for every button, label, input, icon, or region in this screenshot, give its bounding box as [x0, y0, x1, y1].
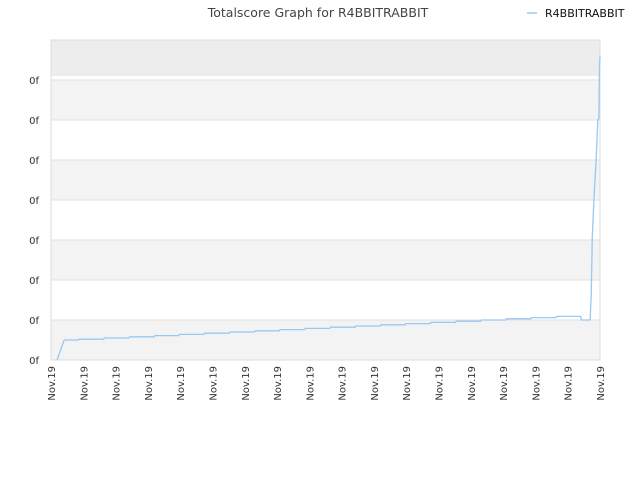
x-tick-label: Nov.19: [499, 366, 510, 401]
plot-band: [51, 240, 600, 280]
x-tick-label: Nov.19: [467, 366, 478, 401]
y-axis: 0f 0f 0f 0f 0f 0f 0f 0f: [29, 76, 39, 367]
x-tick-label: Nov.19: [596, 366, 607, 401]
x-tick-label: Nov.19: [144, 366, 155, 401]
y-tick-label: 0f: [29, 116, 39, 127]
legend: R4BBITRABBIT: [527, 7, 625, 20]
x-tick-label: Nov.19: [305, 366, 316, 401]
x-tick-label: Nov.19: [208, 366, 219, 401]
x-tick-label: Nov.19: [402, 366, 413, 401]
plot-background: [50, 39, 601, 361]
plot-band: [51, 80, 600, 120]
plot-band: [51, 160, 600, 200]
plot-band: [51, 280, 600, 320]
plot-band: [51, 320, 600, 360]
x-tick-label: Nov.19: [531, 366, 542, 401]
y-tick-label: 0f: [29, 236, 39, 247]
x-tick-label: Nov.19: [338, 366, 349, 401]
x-tick-label: Nov.19: [370, 366, 381, 401]
x-tick-label: Nov.19: [564, 366, 575, 401]
plot-band: [51, 200, 600, 240]
plot-band: [51, 120, 600, 160]
x-tick-label: Nov.19: [79, 366, 90, 401]
y-tick-label: 0f: [29, 76, 39, 87]
x-tick-label: Nov.19: [176, 366, 187, 401]
chart: Totalscore Graph for R4BBITRABBIT R4BBIT…: [29, 5, 625, 401]
plot-band: [51, 76, 600, 80]
x-tick-label: Nov.19: [273, 366, 284, 401]
chart-title: Totalscore Graph for R4BBITRABBIT: [207, 5, 429, 20]
legend-label: R4BBITRABBIT: [545, 7, 625, 20]
y-tick-label: 0f: [29, 356, 39, 367]
y-tick-label: 0f: [29, 276, 39, 287]
y-tick-label: 0f: [29, 156, 39, 167]
x-tick-label: Nov.19: [435, 366, 446, 401]
x-tick-label: Nov.19: [112, 366, 123, 401]
y-tick-label: 0f: [29, 316, 39, 327]
x-tick-label: Nov.19: [47, 366, 58, 401]
y-tick-label: 0f: [29, 196, 39, 207]
x-tick-label: Nov.19: [241, 366, 252, 401]
x-axis: Nov.19 Nov.19 Nov.19 Nov.19 Nov.19 Nov.19 Nov.…: [47, 366, 607, 401]
plot-band: [51, 40, 600, 76]
